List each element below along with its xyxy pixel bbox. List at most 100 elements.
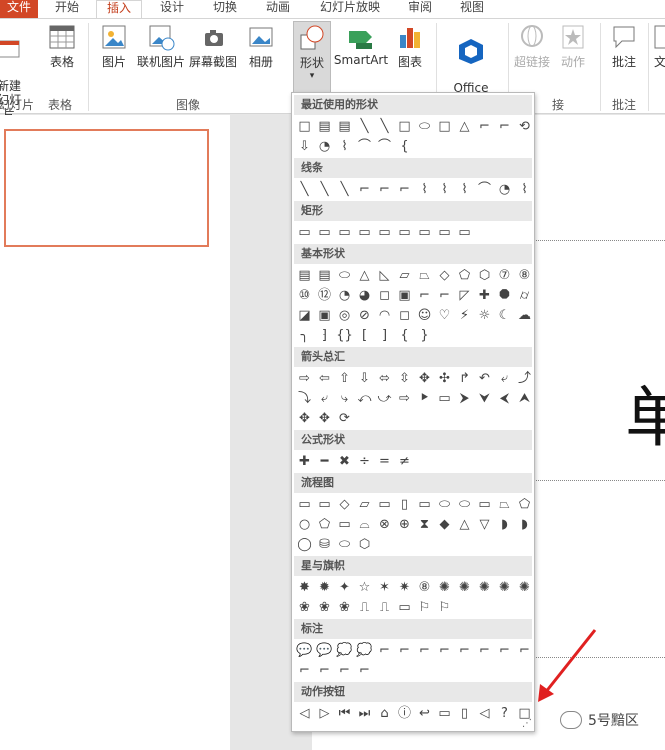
shape-option-icon[interactable]: ◆: [435, 515, 454, 534]
shape-option-icon[interactable]: ⌐: [495, 641, 514, 660]
shape-option-icon[interactable]: ⇳: [395, 369, 414, 388]
shape-option-icon[interactable]: ◪: [295, 306, 314, 325]
shape-option-icon[interactable]: ⚐: [435, 598, 454, 617]
picture-button[interactable]: 图片: [96, 23, 132, 70]
shape-option-icon[interactable]: ⌐: [415, 641, 434, 660]
shape-option-icon[interactable]: ▯: [395, 495, 414, 514]
shape-option-icon[interactable]: ✥: [415, 369, 434, 388]
shape-option-icon[interactable]: ⌐: [475, 117, 494, 136]
shape-option-icon[interactable]: ☼: [475, 306, 494, 325]
shape-option-icon[interactable]: □: [435, 117, 454, 136]
shape-option-icon[interactable]: ▭: [395, 598, 414, 617]
shape-option-icon[interactable]: ⎍: [375, 598, 394, 617]
hyperlink-button[interactable]: 超链接: [512, 23, 552, 70]
shape-option-icon[interactable]: ⌐: [415, 286, 434, 305]
shape-option-icon[interactable]: ✥: [295, 409, 314, 428]
shape-option-icon[interactable]: ╲: [295, 180, 314, 199]
tab-file[interactable]: 文件: [0, 0, 38, 18]
shape-option-icon[interactable]: 💭: [355, 641, 374, 660]
shape-option-icon[interactable]: ♡: [435, 306, 454, 325]
shape-option-icon[interactable]: ⮜: [495, 389, 514, 408]
shape-option-icon[interactable]: ▷: [315, 704, 334, 723]
shape-option-icon[interactable]: ?: [495, 704, 514, 723]
shape-option-icon[interactable]: ◠: [375, 306, 394, 325]
shape-option-icon[interactable]: ▭: [415, 223, 434, 242]
shape-option-icon[interactable]: 💬: [295, 641, 314, 660]
shape-option-icon[interactable]: ⏮: [335, 704, 354, 723]
shape-option-icon[interactable]: ✥: [315, 409, 334, 428]
tab-transitions[interactable]: 切换: [205, 0, 245, 18]
shape-option-icon[interactable]: ✺: [455, 578, 474, 597]
shape-option-icon[interactable]: ▤: [315, 117, 334, 136]
tab-review[interactable]: 审阅: [400, 0, 440, 18]
shape-option-icon[interactable]: ⬡: [355, 535, 374, 554]
shape-option-icon[interactable]: ⑧: [515, 266, 534, 285]
shape-option-icon[interactable]: ⌂: [375, 704, 394, 723]
shape-option-icon[interactable]: ▭: [315, 495, 334, 514]
shape-option-icon[interactable]: ⬭: [335, 266, 354, 285]
shape-option-icon[interactable]: □: [515, 704, 534, 723]
shape-option-icon[interactable]: ▽: [475, 515, 494, 534]
shape-option-icon[interactable]: ⌇: [455, 180, 474, 199]
shape-option-icon[interactable]: ✸: [295, 578, 314, 597]
shape-option-icon[interactable]: ▭: [375, 495, 394, 514]
shape-option-icon[interactable]: ▭: [455, 223, 474, 242]
shape-option-icon[interactable]: ▭: [415, 495, 434, 514]
shape-option-icon[interactable]: ▣: [315, 306, 334, 325]
shape-option-icon[interactable]: ⯈: [415, 389, 434, 408]
shape-option-icon[interactable]: ⬭: [335, 535, 354, 554]
shape-option-icon[interactable]: ⬭: [455, 495, 474, 514]
shape-option-icon[interactable]: ⤵: [295, 389, 314, 408]
shape-option-icon[interactable]: ⌐: [435, 641, 454, 660]
shape-option-icon[interactable]: ⛁: [315, 535, 334, 554]
shape-option-icon[interactable]: ⮞: [455, 389, 474, 408]
shape-option-icon[interactable]: ⬭: [415, 117, 434, 136]
shape-option-icon[interactable]: =: [375, 452, 394, 471]
shape-option-icon[interactable]: ▭: [295, 495, 314, 514]
shape-option-icon[interactable]: ⌐: [355, 180, 374, 199]
shape-option-icon[interactable]: ⌐: [435, 286, 454, 305]
shape-option-icon[interactable]: △: [355, 266, 374, 285]
shape-option-icon[interactable]: 💭: [335, 641, 354, 660]
shape-option-icon[interactable]: ⊕: [395, 515, 414, 534]
tab-insert[interactable]: 插入: [96, 0, 142, 19]
shape-option-icon[interactable]: ╮: [295, 326, 314, 345]
shape-option-icon[interactable]: ▤: [315, 266, 334, 285]
shape-option-icon[interactable]: ▭: [375, 223, 394, 242]
shape-option-icon[interactable]: ⊘: [355, 306, 374, 325]
shape-option-icon[interactable]: ▱: [355, 495, 374, 514]
shape-option-icon[interactable]: ◔: [315, 137, 334, 156]
shape-option-icon[interactable]: ⟳: [335, 409, 354, 428]
shape-option-icon[interactable]: ✷: [395, 578, 414, 597]
shape-option-icon[interactable]: ⇩: [295, 137, 314, 156]
shape-option-icon[interactable]: ⬠: [455, 266, 474, 285]
shape-option-icon[interactable]: ✺: [475, 578, 494, 597]
shape-option-icon[interactable]: ⑦: [495, 266, 514, 285]
shape-option-icon[interactable]: ⤶: [495, 369, 514, 388]
shape-option-icon[interactable]: ◕: [355, 286, 374, 305]
shape-option-icon[interactable]: ⑫: [315, 286, 334, 305]
shape-option-icon[interactable]: ✣: [435, 369, 454, 388]
shape-option-icon[interactable]: ◯: [295, 535, 314, 554]
shape-option-icon[interactable]: ▭: [435, 389, 454, 408]
shape-option-icon[interactable]: ⊗: [375, 515, 394, 534]
shape-option-icon[interactable]: △: [455, 515, 474, 534]
shape-option-icon[interactable]: ⤶: [315, 389, 334, 408]
shape-option-icon[interactable]: ⤻: [375, 389, 394, 408]
shape-option-icon[interactable]: ▱: [395, 266, 414, 285]
shape-option-icon[interactable]: ▣: [395, 286, 414, 305]
shape-option-icon[interactable]: ⌇: [415, 180, 434, 199]
shape-option-icon[interactable]: ◁: [295, 704, 314, 723]
tab-design[interactable]: 设计: [152, 0, 192, 18]
shape-option-icon[interactable]: ↶: [475, 369, 494, 388]
album-button[interactable]: 相册: [243, 23, 279, 70]
shape-option-icon[interactable]: ✖: [335, 452, 354, 471]
shapes-button[interactable]: 形状 ▾: [293, 21, 331, 95]
shape-option-icon[interactable]: ⓘ: [395, 704, 414, 723]
table-button[interactable]: 表格: [44, 23, 80, 70]
shape-option-icon[interactable]: ⌐: [295, 661, 314, 680]
shape-option-icon[interactable]: ⇩: [355, 369, 374, 388]
shape-option-icon[interactable]: ⇨: [395, 389, 414, 408]
shape-option-icon[interactable]: ⌒: [375, 137, 394, 156]
shape-option-icon[interactable]: }: [415, 326, 434, 345]
